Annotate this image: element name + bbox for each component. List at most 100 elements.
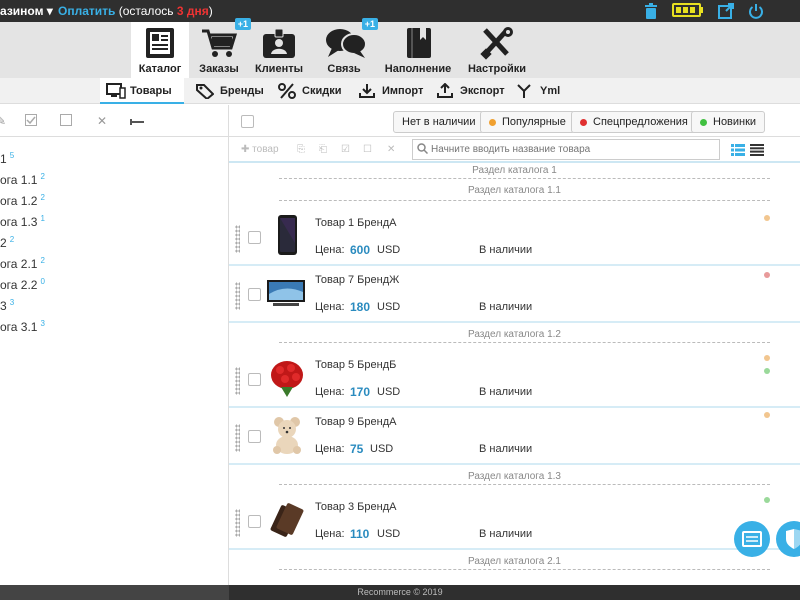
module-settings[interactable]: Настройки: [466, 22, 528, 78]
notes-icon: [742, 531, 762, 547]
catalog-icon: [140, 26, 180, 60]
delete-icon[interactable]: ✕: [387, 144, 395, 155]
select-all-checkbox[interactable]: [241, 115, 254, 128]
filter-label: Популярные: [502, 116, 566, 128]
module-content[interactable]: Наполнение: [384, 22, 452, 78]
catalog-section-header: Раздел каталога 1.1: [229, 185, 800, 209]
popular-indicator-icon: [764, 215, 770, 221]
product-checkbox[interactable]: [248, 430, 261, 443]
product-name[interactable]: Товар 3 БрендА: [315, 501, 396, 513]
tree-node[interactable]: 15: [0, 151, 228, 172]
notes-fab-button[interactable]: [734, 521, 770, 557]
product-price[interactable]: 110: [350, 527, 369, 541]
product-price[interactable]: 75: [350, 442, 363, 456]
uncheck-icon[interactable]: [59, 114, 73, 128]
drag-handle-icon[interactable]: [235, 424, 240, 452]
special-dot-icon: [580, 118, 587, 126]
tab-products[interactable]: Товары: [100, 78, 184, 104]
drag-handle-icon[interactable]: [235, 225, 240, 253]
product-name[interactable]: Товар 7 БрендЖ: [315, 274, 399, 286]
tab-label: Yml: [540, 85, 561, 97]
product-row[interactable]: Товар 9 БрендА Цена: 75 USD В наличии: [229, 408, 800, 465]
list-view-icon[interactable]: [731, 144, 745, 156]
check-all-icon[interactable]: ☑: [341, 144, 350, 155]
search-icon: [417, 143, 429, 155]
collapse-icon[interactable]: [130, 114, 144, 128]
module-clients[interactable]: Клиенты: [252, 22, 306, 78]
tree-node-label: ога 1.1: [0, 173, 38, 187]
tree-node[interactable]: 33: [0, 298, 228, 319]
module-label: Наполнение: [384, 63, 452, 75]
product-checkbox[interactable]: [248, 373, 261, 386]
battery-icon: [672, 3, 704, 19]
tree-node-count: 3: [9, 298, 15, 307]
filter-popular[interactable]: Популярные: [480, 111, 575, 133]
pay-link[interactable]: Оплатить: [58, 4, 115, 18]
edit-icon[interactable]: ✎: [0, 114, 8, 128]
product-row[interactable]: Товар 3 БрендА Цена: 110 USD В наличии: [229, 493, 800, 550]
tab-brands[interactable]: Бренды: [190, 78, 268, 104]
tree-node[interactable]: ога 1.3 1: [0, 214, 228, 235]
check-icon[interactable]: [24, 114, 38, 128]
compact-view-icon[interactable]: [750, 144, 764, 156]
product-name[interactable]: Товар 5 БрендБ: [315, 359, 396, 371]
add-product-button[interactable]: ✚ товар: [241, 144, 279, 155]
tree-node-count: 2: [9, 235, 15, 244]
product-name[interactable]: Товар 9 БрендА: [315, 416, 396, 428]
new-indicator-icon: [764, 497, 770, 503]
product-row[interactable]: Товар 5 БрендБ Цена: 170 USD В наличии: [229, 351, 800, 408]
tree-node[interactable]: ога 3.1 3: [0, 319, 228, 340]
section-label: Раздел каталога 1: [468, 165, 561, 176]
copy-icon[interactable]: ⎘: [297, 144, 305, 155]
search-input[interactable]: [431, 140, 716, 159]
tab-import[interactable]: Импорт: [352, 78, 426, 104]
filter-label: Спецпредложения: [593, 116, 688, 128]
drag-handle-icon[interactable]: [235, 282, 240, 310]
trash-icon[interactable]: [643, 3, 659, 19]
filter-label: Новинки: [713, 116, 757, 128]
module-label: Клиенты: [254, 63, 303, 75]
close-icon[interactable]: ✕: [95, 114, 109, 128]
pay-note-post: ): [208, 4, 213, 18]
plus-icon: ✚: [241, 144, 253, 155]
external-link-icon[interactable]: [718, 3, 734, 19]
product-row[interactable]: Товар 1 БрендА Цена: 600 USD В наличии: [229, 209, 800, 266]
product-price[interactable]: 600: [350, 243, 370, 257]
copyright: Recommerce © 2019: [357, 587, 443, 597]
tree-node-count: 3: [40, 319, 45, 328]
uncheck-all-icon[interactable]: ☐: [363, 144, 372, 155]
shield-fab-button[interactable]: [776, 521, 800, 557]
tab-yml[interactable]: Yml: [510, 78, 560, 104]
drag-handle-icon[interactable]: [235, 509, 240, 537]
drag-handle-icon[interactable]: [235, 367, 240, 395]
tab-label: Импорт: [382, 85, 424, 97]
tab-discounts[interactable]: Скидки: [272, 78, 348, 104]
shop-menu[interactable]: азином ▾: [0, 4, 53, 18]
tree-node[interactable]: ога 1.2 2: [0, 193, 228, 214]
power-icon[interactable]: [748, 3, 764, 19]
module-catalog[interactable]: Каталог: [131, 22, 189, 78]
tree-node[interactable]: ога 2.1 2: [0, 256, 228, 277]
tree-node[interactable]: 22: [0, 235, 228, 256]
module-orders[interactable]: +1 Заказы: [193, 18, 251, 78]
filter-special[interactable]: Спецпредложения: [571, 111, 697, 133]
tab-export[interactable]: Экспорт: [430, 78, 508, 104]
phone-image: [269, 213, 305, 257]
price-label: Цена:: [315, 244, 345, 256]
product-price[interactable]: 170: [350, 385, 370, 399]
module-communication[interactable]: +1 Связь: [316, 18, 378, 78]
product-price[interactable]: 180: [350, 300, 370, 314]
tree-node[interactable]: ога 1.1 2: [0, 172, 228, 193]
product-row[interactable]: Товар 7 БрендЖ Цена: 180 USD В наличии: [229, 266, 800, 323]
move-icon[interactable]: ⎗: [319, 144, 327, 155]
product-checkbox[interactable]: [248, 231, 261, 244]
filter-out-of-stock[interactable]: Нет в наличии: [393, 111, 485, 133]
product-name[interactable]: Товар 1 БрендА: [315, 217, 396, 229]
filter-new[interactable]: Новинки: [691, 111, 766, 133]
tree-node[interactable]: ога 2.2 0: [0, 277, 228, 298]
tree-node-count: 1: [40, 214, 45, 223]
section-label: Раздел каталога 1.2: [464, 329, 565, 340]
teddy-bear-image: [269, 412, 305, 456]
product-checkbox[interactable]: [248, 288, 261, 301]
product-checkbox[interactable]: [248, 515, 261, 528]
